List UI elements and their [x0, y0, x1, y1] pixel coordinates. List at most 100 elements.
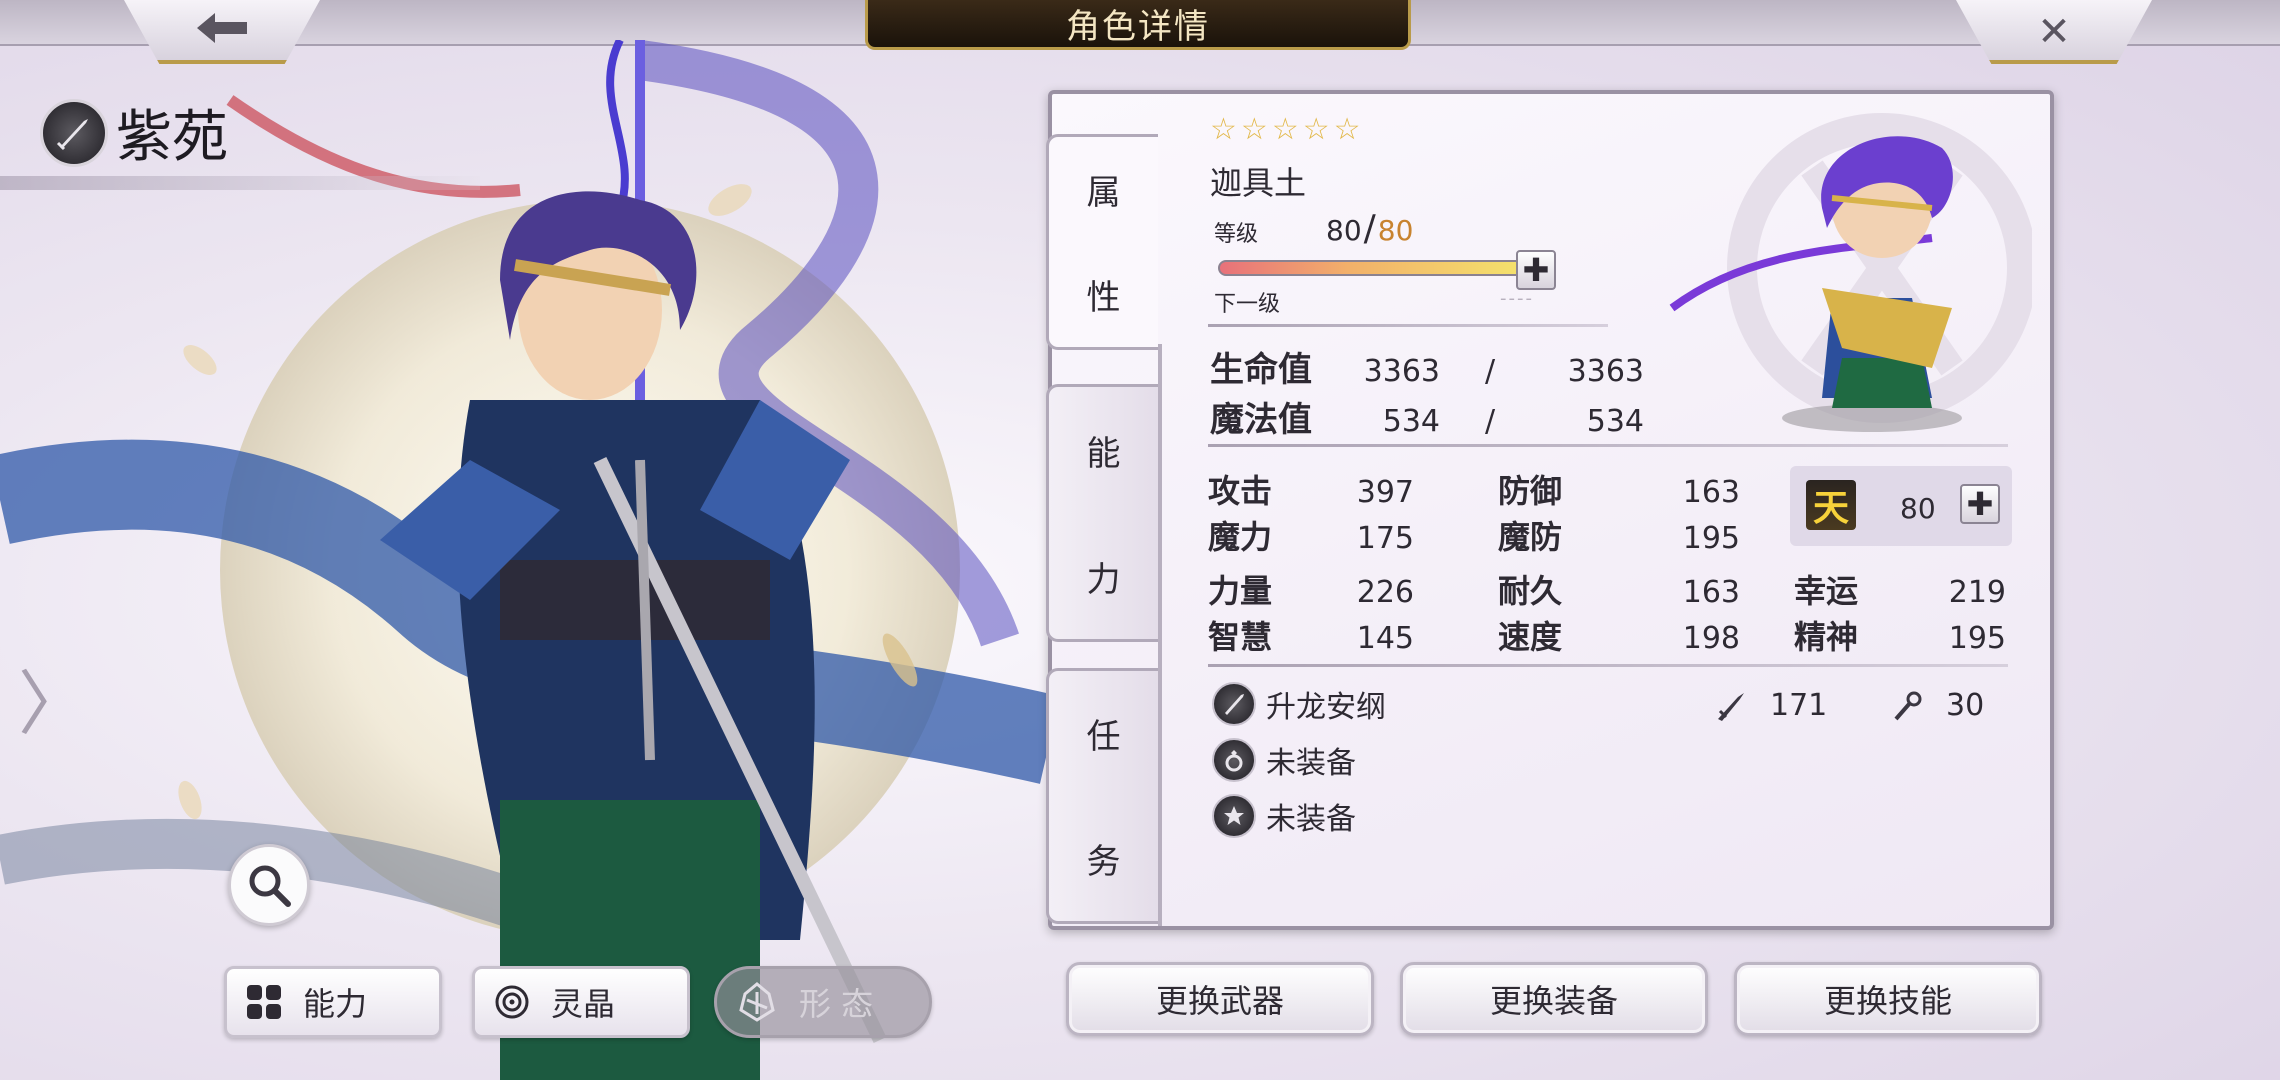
rank-badge: 天 — [1806, 480, 1856, 530]
stat-endurance-value: 163 — [1682, 575, 1740, 610]
mp-slash: / — [1484, 404, 1496, 439]
divider — [1208, 444, 2008, 447]
rank-up-button[interactable]: ✚ — [1960, 484, 2000, 524]
previous-character-arrow-icon[interactable]: 〉 — [18, 648, 88, 749]
change-equipment-button[interactable]: 更换装备 — [1400, 962, 1708, 1036]
equip-weapon-row[interactable]: 升龙安纲 — [1212, 682, 1386, 726]
form-icon — [739, 982, 775, 1022]
divider — [1208, 324, 1608, 327]
change-skill-label: 更换技能 — [1823, 982, 1952, 1020]
stat-intelligence-label: 智慧 — [1208, 618, 1273, 656]
weapon-magic-stat: 30 — [1890, 688, 1984, 723]
tab-abilities-char-1: 能 — [1086, 433, 1121, 474]
sword-class-icon — [40, 98, 108, 167]
star-icon: ☆ — [1333, 112, 1361, 147]
change-equipment-label: 更换装备 — [1489, 982, 1618, 1020]
change-skill-button[interactable]: 更换技能 — [1734, 962, 2042, 1036]
tab-abilities-char-2: 力 — [1086, 559, 1121, 600]
mp-max: 534 — [1586, 404, 1644, 439]
stat-luck-value: 219 — [1948, 575, 2006, 610]
stat-magic: 魔力 175 — [1208, 512, 1414, 558]
stat-endurance-label: 耐久 — [1498, 572, 1563, 610]
magic-staff-icon — [1894, 691, 1922, 720]
ability-tab-label: 能力 — [303, 985, 368, 1023]
stat-magic-label: 魔力 — [1208, 518, 1273, 556]
mp-current: 534 — [1382, 404, 1440, 439]
crystal-icon — [495, 985, 529, 1019]
crystal-tab[interactable]: 灵晶 — [472, 966, 690, 1038]
accessory-name: 未装备 — [1266, 746, 1356, 781]
level-progress-bar — [1218, 260, 1542, 276]
stat-intelligence: 智慧 145 — [1208, 612, 1414, 658]
next-level-label: 下一级 — [1214, 292, 1281, 317]
ring-icon — [1212, 738, 1256, 782]
form-tab-label: 形 态 — [799, 985, 874, 1023]
tab-attributes-char-1: 属 — [1086, 173, 1121, 213]
stat-magic-defense-label: 魔防 — [1498, 518, 1563, 556]
form-tab[interactable]: 形 态 — [714, 966, 932, 1038]
stat-magic-value: 175 — [1356, 521, 1414, 556]
zoom-button[interactable] — [228, 844, 310, 926]
weapon-attack-stat: 171 — [1714, 688, 1827, 723]
stat-defense: 防御 163 — [1498, 466, 1740, 512]
ability-tab[interactable]: 能力 — [224, 966, 442, 1038]
hp-label: 生命值 — [1210, 350, 1312, 390]
tab-attributes[interactable]: 属 性 — [1046, 134, 1158, 350]
stat-luck: 幸运 219 — [1794, 566, 2006, 612]
tab-attributes-char-2: 性 — [1086, 278, 1121, 318]
stat-spirit-label: 精神 — [1794, 618, 1859, 656]
character-sprite — [1669, 113, 2032, 432]
level-value: 80/80 — [1326, 208, 1413, 249]
star-icon: ☆ — [1271, 112, 1299, 147]
weapon-attack-value: 171 — [1770, 688, 1828, 723]
change-weapon-label: 更换武器 — [1155, 982, 1284, 1020]
tab-quests[interactable]: 任 务 — [1046, 668, 1158, 924]
level-max: 80 — [1377, 214, 1414, 247]
star-badge-icon — [1212, 794, 1256, 838]
stat-defense-value: 163 — [1682, 475, 1740, 510]
name-underline — [0, 176, 480, 190]
star-icon: ☆ — [1302, 112, 1330, 147]
stat-attack-value: 397 — [1356, 475, 1414, 510]
weapon-magic-value: 30 — [1946, 688, 1985, 723]
level-up-button[interactable]: ✚ — [1516, 250, 1556, 290]
rank-value: 80 — [1900, 492, 1936, 525]
mp-label: 魔法值 — [1210, 400, 1312, 440]
sword-icon — [1212, 682, 1256, 726]
stat-spirit: 精神 195 — [1794, 612, 2006, 658]
star-icon: ☆ — [1240, 112, 1268, 147]
tab-abilities[interactable]: 能 力 — [1046, 384, 1158, 642]
armor-name: 未装备 — [1266, 802, 1356, 837]
close-button[interactable]: ✕ — [1956, 0, 2152, 64]
equip-accessory-row[interactable]: 未装备 — [1212, 738, 1356, 782]
stat-attack: 攻击 397 — [1208, 466, 1414, 512]
character-name: 紫苑 — [116, 105, 228, 170]
equip-armor-row[interactable]: 未装备 — [1212, 794, 1356, 838]
tab-column-divider — [1158, 344, 1162, 926]
stat-defense-label: 防御 — [1498, 472, 1563, 510]
character-detail-panel: 属 性 能 力 任 务 ☆ ☆ ☆ ☆ ☆ 迦具土 等级 80/80 ✚ 下一级… — [1046, 90, 2054, 930]
next-level-value: ---- — [1500, 288, 1534, 309]
hp-current: 3363 — [1363, 354, 1440, 389]
stat-magic-defense: 魔防 195 — [1498, 512, 1740, 558]
tab-quests-char-1: 任 — [1086, 717, 1121, 757]
stat-magic-defense-value: 195 — [1682, 521, 1740, 556]
character-artwork — [0, 40, 1061, 1080]
stat-speed-value: 198 — [1682, 621, 1740, 656]
rarity-stars: ☆ ☆ ☆ ☆ ☆ — [1210, 112, 1361, 147]
unit-name: 迦具土 — [1210, 164, 1307, 202]
stat-strength-value: 226 — [1356, 575, 1414, 610]
ability-grid-icon — [247, 985, 281, 1019]
stat-endurance: 耐久 163 — [1498, 566, 1740, 612]
character-name-row: 紫苑 — [40, 92, 228, 173]
divider — [1208, 664, 2008, 667]
mp-row: 魔法值 534 / 534 — [1210, 392, 1644, 441]
stat-spirit-value: 195 — [1948, 621, 2006, 656]
close-icon: ✕ — [2037, 9, 2071, 55]
stat-strength-label: 力量 — [1208, 572, 1273, 610]
crystal-tab-label: 灵晶 — [551, 985, 616, 1023]
star-icon: ☆ — [1210, 112, 1237, 147]
change-weapon-button[interactable]: 更换武器 — [1066, 962, 1374, 1036]
tab-quests-char-2: 务 — [1086, 842, 1121, 882]
level-current: 80 — [1326, 214, 1362, 247]
